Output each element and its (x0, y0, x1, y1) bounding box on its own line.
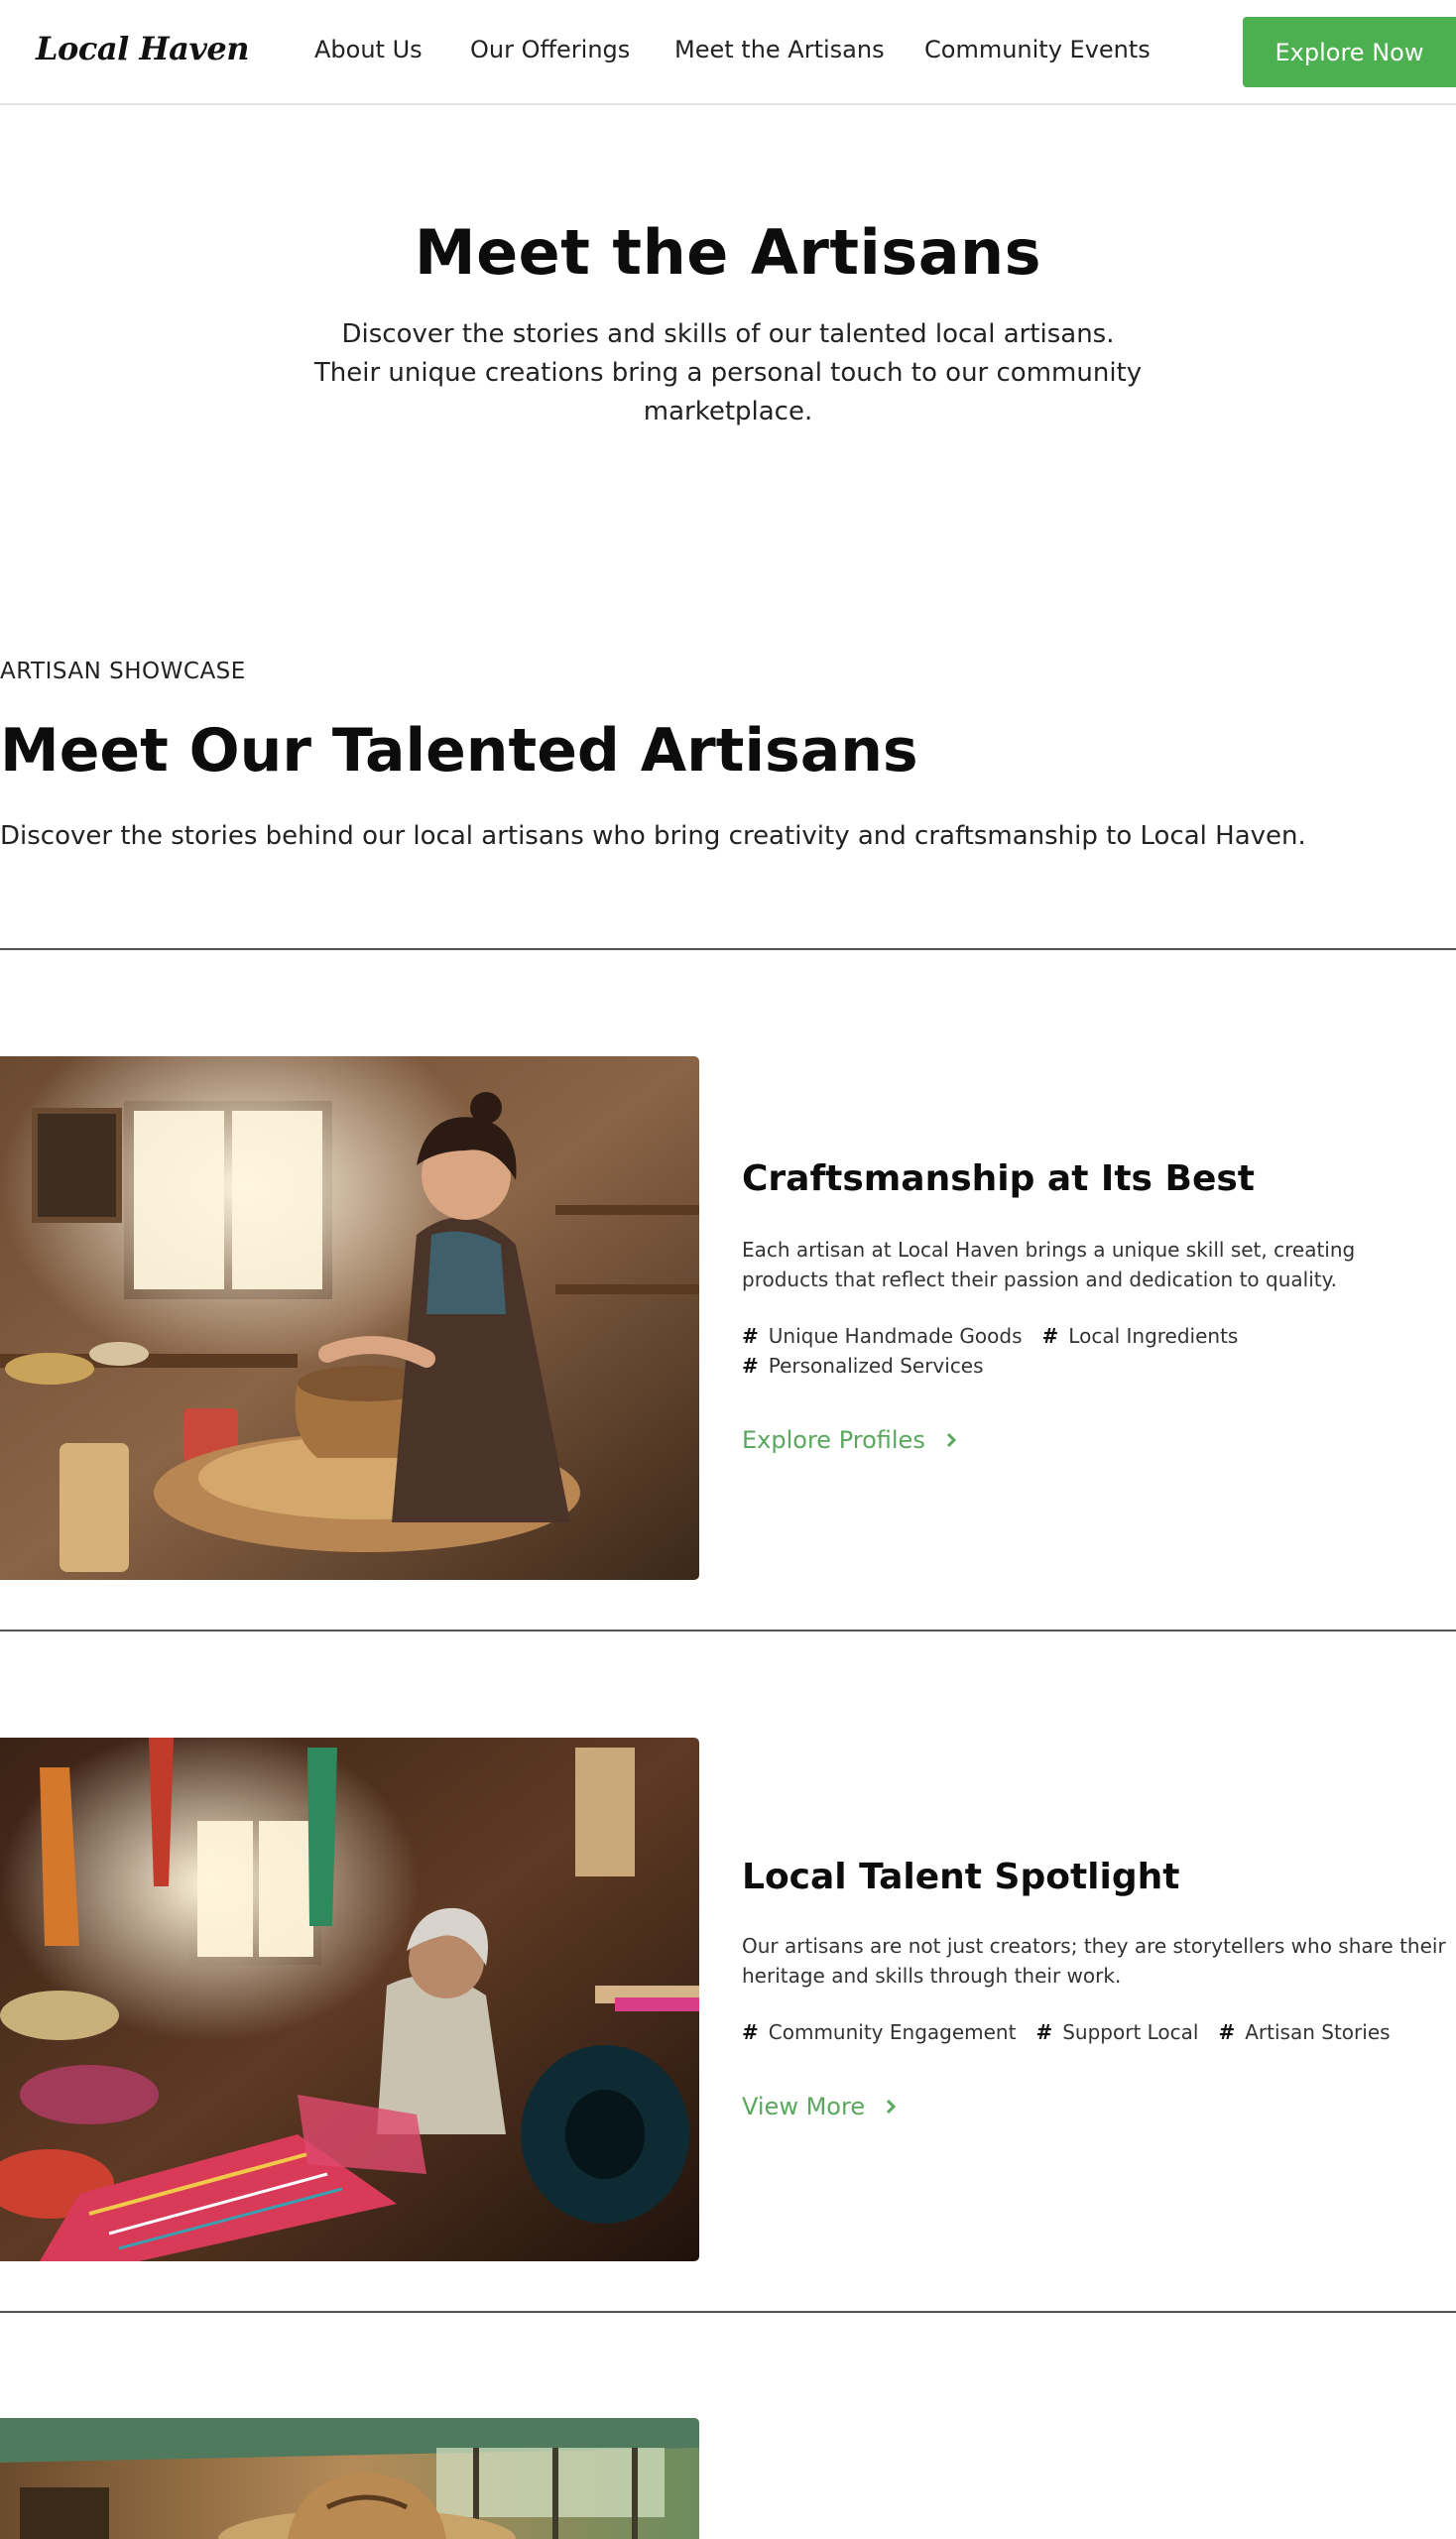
tag-label: Unique Handmade Goods (768, 1324, 1023, 1348)
artisan-potter-image (0, 1056, 699, 1580)
section-divider (0, 1630, 1456, 1632)
nav-our-offerings[interactable]: Our Offerings (470, 36, 630, 63)
link-label: Explore Profiles (742, 1426, 925, 1454)
chevron-right-icon (945, 1432, 957, 1448)
view-more-link[interactable]: View More (742, 2093, 897, 2120)
chevron-right-icon (885, 2099, 897, 2115)
hashtag-icon: # (742, 2020, 759, 2044)
artisan-market-image (0, 2418, 699, 2539)
card-description: Each artisan at Local Haven brings a uni… (742, 1238, 1356, 1291)
section-subtitle: Discover the stories behind our local ar… (0, 821, 1306, 851)
explore-now-button[interactable]: Explore Now (1243, 17, 1456, 87)
hashtag-icon: # (1218, 2020, 1236, 2044)
section-divider (0, 2311, 1456, 2313)
nav-meet-the-artisans[interactable]: Meet the Artisans (674, 36, 885, 63)
tag: # Unique Handmade Goods (742, 1321, 1023, 1351)
card-tags: # Community Engagement # Support Local # Arti… (742, 2017, 1446, 2047)
hashtag-icon: # (742, 1354, 759, 1378)
tag-label: Artisan Stories (1245, 2020, 1391, 2044)
hashtag-icon: # (742, 1324, 759, 1348)
section-eyebrow: ARTISAN SHOWCASE (0, 659, 246, 684)
tag-label: Personalized Services (768, 1354, 984, 1378)
nav-about-us[interactable]: About Us (314, 36, 423, 63)
page-title: Meet the Artisans (414, 216, 1042, 289)
hashtag-icon: # (1041, 1324, 1059, 1348)
tag: # Local Ingredients (1042, 1321, 1239, 1351)
card-tags: # Unique Handmade Goods # Local Ingredients… (742, 1321, 1446, 1381)
page-subtitle: Discover the stories and skills of our t… (313, 319, 1143, 426)
link-label: View More (742, 2093, 866, 2120)
tag: # Community Engagement (742, 2017, 1016, 2047)
main-nav: About Us Our Offerings Meet the Artisans… (0, 0, 1456, 103)
tag: # Personalized Services (742, 1351, 984, 1381)
card-title: Local Talent Spotlight (742, 1857, 1180, 1897)
tag-label: Local Ingredients (1068, 1324, 1239, 1348)
tag-label: Community Engagement (768, 2020, 1017, 2044)
site-header: Local Haven About Us Our Offerings Meet … (0, 0, 1456, 105)
nav-community-events[interactable]: Community Events (924, 36, 1151, 63)
section-divider (0, 948, 1456, 950)
section-title: Meet Our Talented Artisans (0, 716, 918, 786)
explore-profiles-link[interactable]: Explore Profiles (742, 1426, 957, 1454)
tag: # Artisan Stories (1218, 2017, 1390, 2047)
card-title: Craftsmanship at Its Best (742, 1158, 1255, 1199)
artisan-weaver-image (0, 1738, 699, 2261)
hashtag-icon: # (1035, 2020, 1053, 2044)
tag-label: Support Local (1062, 2020, 1199, 2044)
tag: # Support Local (1035, 2017, 1198, 2047)
card-description: Our artisans are not just creators; they… (742, 1934, 1446, 1988)
